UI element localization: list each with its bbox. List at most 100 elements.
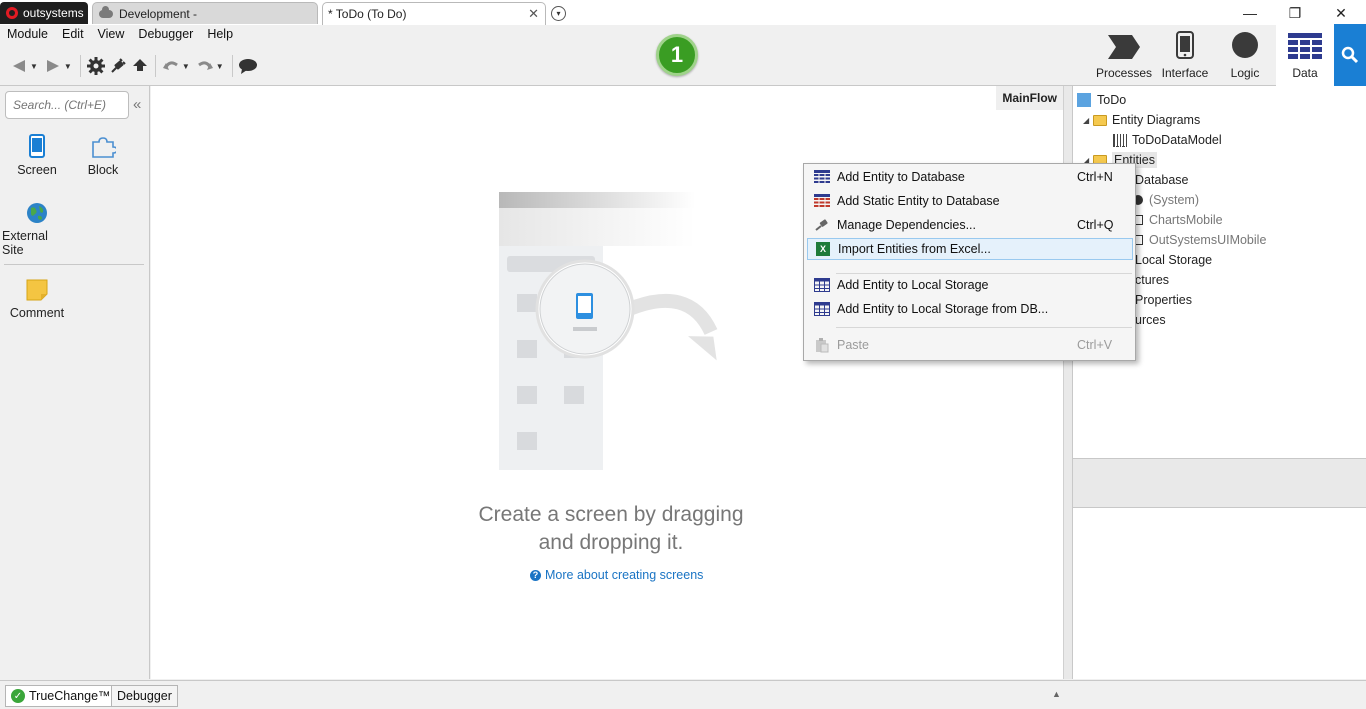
menu-separator xyxy=(836,327,1132,328)
plug-dependencies-icon[interactable] xyxy=(107,55,129,77)
brand-tab[interactable]: outsystems xyxy=(0,2,88,24)
settings-gear-icon[interactable] xyxy=(85,55,107,77)
menu-paste[interactable]: Paste Ctrl+V xyxy=(807,334,1133,356)
nav-tab-logic[interactable]: Logic xyxy=(1217,25,1273,86)
properties-header xyxy=(1073,458,1366,508)
empty-canvas-hint: Create a screen by dragging and dropping… xyxy=(431,501,791,557)
menu-item-label: Add Static Entity to Database xyxy=(837,194,1000,208)
menu-manage-dependencies[interactable]: Manage Dependencies... Ctrl+Q xyxy=(807,214,1133,236)
tree-item-database[interactable]: Database xyxy=(1135,170,1189,190)
tool-block[interactable]: Block xyxy=(68,132,138,177)
undo-dropdown-icon[interactable]: ▼ xyxy=(182,62,190,71)
tree-item-data-model[interactable]: ToDoDataModel xyxy=(1113,130,1222,150)
truechange-tab[interactable]: ✓ TrueChange™ xyxy=(5,685,117,707)
help-link[interactable]: ? More about creating screens xyxy=(530,568,703,582)
folder-icon xyxy=(1093,114,1107,126)
environment-tab[interactable]: Development - xyxy=(92,2,318,24)
tool-screen[interactable]: Screen xyxy=(2,132,72,177)
forward-dropdown-icon[interactable]: ▼ xyxy=(64,62,72,71)
globe-icon xyxy=(26,198,48,224)
tree-item-label: (System) xyxy=(1149,193,1199,207)
menu-debugger[interactable]: Debugger xyxy=(131,25,200,45)
nav-tab-label: Interface xyxy=(1161,66,1209,80)
module-tab[interactable]: * ToDo (To Do) ✕ xyxy=(322,2,546,25)
excel-icon: X xyxy=(808,242,838,256)
menu-item-label: Add Entity to Database xyxy=(837,170,965,184)
menu-add-entity-database[interactable]: Add Entity to Database Ctrl+N xyxy=(807,166,1133,188)
publish-icon[interactable] xyxy=(129,55,151,77)
menu-module[interactable]: Module xyxy=(0,25,55,45)
forward-icon[interactable] xyxy=(42,55,64,77)
top-toolbar-area: Module Edit View Debugger Help ▼ ▼ ▼ ▼ 1… xyxy=(0,24,1366,86)
tree-item-site-properties[interactable]: Properties xyxy=(1135,290,1192,310)
back-dropdown-icon[interactable]: ▼ xyxy=(30,62,38,71)
diagram-icon xyxy=(1113,133,1127,147)
entity-grid-icon xyxy=(807,170,837,184)
nav-tab-data[interactable]: Data xyxy=(1276,25,1334,86)
tree-item-charts-mobile[interactable]: ChartsMobile xyxy=(1133,210,1223,230)
tool-comment[interactable]: Comment xyxy=(2,275,72,320)
tree-item-system[interactable]: (System) xyxy=(1133,190,1199,210)
menu-item-shortcut: Ctrl+Q xyxy=(1077,218,1114,232)
redo-icon[interactable] xyxy=(194,55,216,77)
nav-tab-label: Data xyxy=(1292,66,1318,80)
outsystems-logo-icon xyxy=(6,7,18,19)
toolbar-separator xyxy=(154,55,156,77)
help-link-label[interactable]: More about creating screens xyxy=(545,568,703,582)
undo-icon[interactable] xyxy=(160,55,182,77)
tree-item-entity-diagrams[interactable]: ◢ Entity Diagrams xyxy=(1083,110,1200,130)
menu-item-label: Manage Dependencies... xyxy=(837,218,976,232)
block-icon xyxy=(90,132,116,158)
title-bar: outsystems Development - * ToDo (To Do) … xyxy=(0,0,1366,25)
tree-item-label: OutSystemsUIMobile xyxy=(1149,233,1267,247)
expand-arrow-icon[interactable]: ◢ xyxy=(1083,116,1093,125)
menu-item-shortcut: Ctrl+N xyxy=(1077,170,1113,184)
tool-external-site[interactable]: External Site xyxy=(2,198,72,257)
minimize-button[interactable]: — xyxy=(1240,4,1260,22)
screen-icon xyxy=(29,132,45,158)
debugger-tab[interactable]: Debugger xyxy=(111,685,178,707)
module-tab-label: * ToDo (To Do) xyxy=(328,7,407,21)
nav-tab-label: Processes xyxy=(1095,66,1153,80)
cloud-icon xyxy=(99,5,113,18)
expand-panel-icon[interactable]: ▲ xyxy=(1052,689,1061,699)
redo-dropdown-icon[interactable]: ▼ xyxy=(216,62,224,71)
paste-icon xyxy=(807,337,837,353)
toolbox-search-input[interactable] xyxy=(5,91,129,119)
menu-add-static-entity[interactable]: Add Static Entity to Database xyxy=(807,190,1133,212)
collapse-panel-icon[interactable]: « xyxy=(133,96,141,113)
search-icon xyxy=(1341,46,1359,64)
tree-item-local-storage[interactable]: Local Storage xyxy=(1135,250,1212,270)
menu-view[interactable]: View xyxy=(91,25,132,45)
tree-item-label: ChartsMobile xyxy=(1149,213,1223,227)
module-icon xyxy=(1077,93,1091,107)
widget-toolbox: « Screen Block External Site Comment xyxy=(0,86,150,679)
menu-item-label: Import Entities from Excel... xyxy=(838,242,991,256)
menu-item-label: Add Entity to Local Storage from DB... xyxy=(837,302,1049,316)
tool-label: Block xyxy=(87,163,119,177)
tree-item-label: Properties xyxy=(1135,293,1192,307)
global-search-button[interactable] xyxy=(1334,24,1366,86)
menu-help[interactable]: Help xyxy=(200,25,240,45)
menu-edit[interactable]: Edit xyxy=(55,25,91,45)
menu-add-entity-local-from-db[interactable]: Add Entity to Local Storage from DB... xyxy=(807,298,1133,320)
back-icon[interactable] xyxy=(8,55,30,77)
tree-item-outsystems-ui-mobile[interactable]: OutSystemsUIMobile xyxy=(1133,230,1266,250)
close-tab-icon[interactable]: ✕ xyxy=(528,6,539,22)
comment-bubble-icon[interactable] xyxy=(237,55,259,77)
drag-screen-illustration xyxy=(499,192,718,470)
tree-item-structures[interactable]: ctures xyxy=(1135,270,1169,290)
check-icon: ✓ xyxy=(11,689,25,703)
menu-item-label: Add Entity to Local Storage xyxy=(837,278,989,292)
nav-tab-interface[interactable]: Interface xyxy=(1156,25,1214,86)
tab-list-dropdown-icon[interactable]: ▾ xyxy=(551,6,566,21)
menu-import-from-excel[interactable]: X Import Entities from Excel... xyxy=(807,238,1133,260)
tree-item-resources[interactable]: urces xyxy=(1135,310,1166,330)
tree-root[interactable]: ToDo xyxy=(1077,90,1126,110)
publish-badge[interactable]: 1 xyxy=(656,34,698,76)
menu-add-entity-local-storage[interactable]: Add Entity to Local Storage xyxy=(807,274,1133,296)
restore-button[interactable]: ❐ xyxy=(1285,4,1305,22)
tree-item-label: Local Storage xyxy=(1135,253,1213,267)
nav-tab-processes[interactable]: Processes xyxy=(1095,25,1153,86)
close-window-button[interactable]: ✕ xyxy=(1331,4,1351,22)
